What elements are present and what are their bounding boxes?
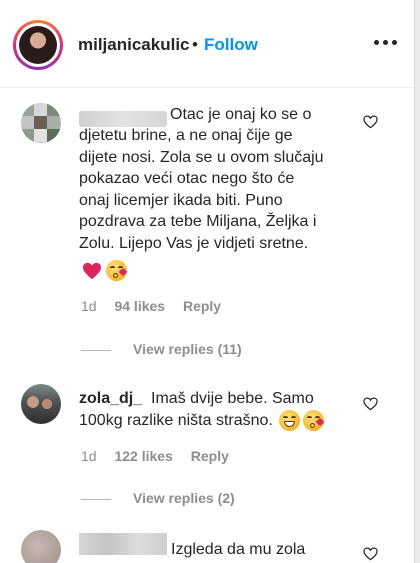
replies-divider [81,499,111,500]
profile-username[interactable]: miljanicakulic [78,35,190,55]
comment-avatar-blurred[interactable] [21,530,61,563]
instagram-post-panel: miljanicakulic • Follow Otac je onaj ko … [0,0,415,563]
follow-button[interactable]: Follow [204,35,258,55]
comment-line: pozdrava za tebe Miljana, Željka i [79,213,317,230]
view-replies-label[interactable]: View replies (2) [133,490,235,506]
view-replies-label[interactable]: View replies (11) [133,341,242,357]
more-horizontal-icon[interactable] [374,40,398,48]
comment-line: dijete nosi. Zola se u ovom slučaju [79,148,324,166]
comment-line: 100kg razlike ništa strašno. [79,411,273,429]
comment-age[interactable]: 1d [81,448,97,464]
comment-line: Zolu. Lijepo Vas je vidjeti sretne. [79,234,309,252]
comment-text: Otac je onaj ko se o [170,104,311,126]
red-heart-emoji [83,262,101,280]
comment-avatar[interactable] [21,384,61,424]
comment-reply-button[interactable]: Reply [183,298,221,314]
post-header: miljanicakulic • Follow [0,0,414,88]
comment-line: onaj licemjer ikada biti. Puno [79,191,283,209]
comment-age[interactable]: 1d [81,298,97,314]
replies-divider [81,350,111,351]
comment-username-blurred[interactable] [79,533,167,555]
comment-line: pokazao veći otac nego što će [79,170,295,187]
like-heart-icon[interactable] [363,115,378,129]
comment-text: Izgleda da mu zola [171,539,305,561]
profile-avatar[interactable] [13,20,63,70]
grinning-face-emoji [278,409,300,431]
like-heart-icon[interactable] [363,397,378,411]
comment-meta: 1d 122 likes Reply [81,448,229,464]
comment-avatar-pixelated[interactable] [21,103,61,143]
comment-username[interactable]: zola_dj_ [79,390,142,407]
face-blowing-kiss-emoji [302,409,325,431]
comment-line: Otac je onaj ko se o [170,106,312,123]
face-blowing-kiss-emoji [106,260,128,281]
comment-line: Imaš dvije bebe. Samo [151,390,314,407]
comment-meta: 1d 94 likes Reply [81,298,221,314]
comment-text: zola_dj_ Imaš dvije bebe. Samo 100kg raz… [79,388,379,431]
like-heart-icon[interactable] [363,547,378,561]
comment-line: Izgleda da mu zola [171,541,306,558]
header-separator: • [192,35,198,54]
comment-likes[interactable]: 94 likes [114,298,165,314]
comment-likes[interactable]: 122 likes [114,448,172,464]
comment-line: djetetu brine, a ne onaj čije ge [79,127,293,144]
comment-reply-button[interactable]: Reply [191,448,229,464]
comment-text-body: djetetu brine, a ne onaj čije ge dijete … [79,125,369,254]
